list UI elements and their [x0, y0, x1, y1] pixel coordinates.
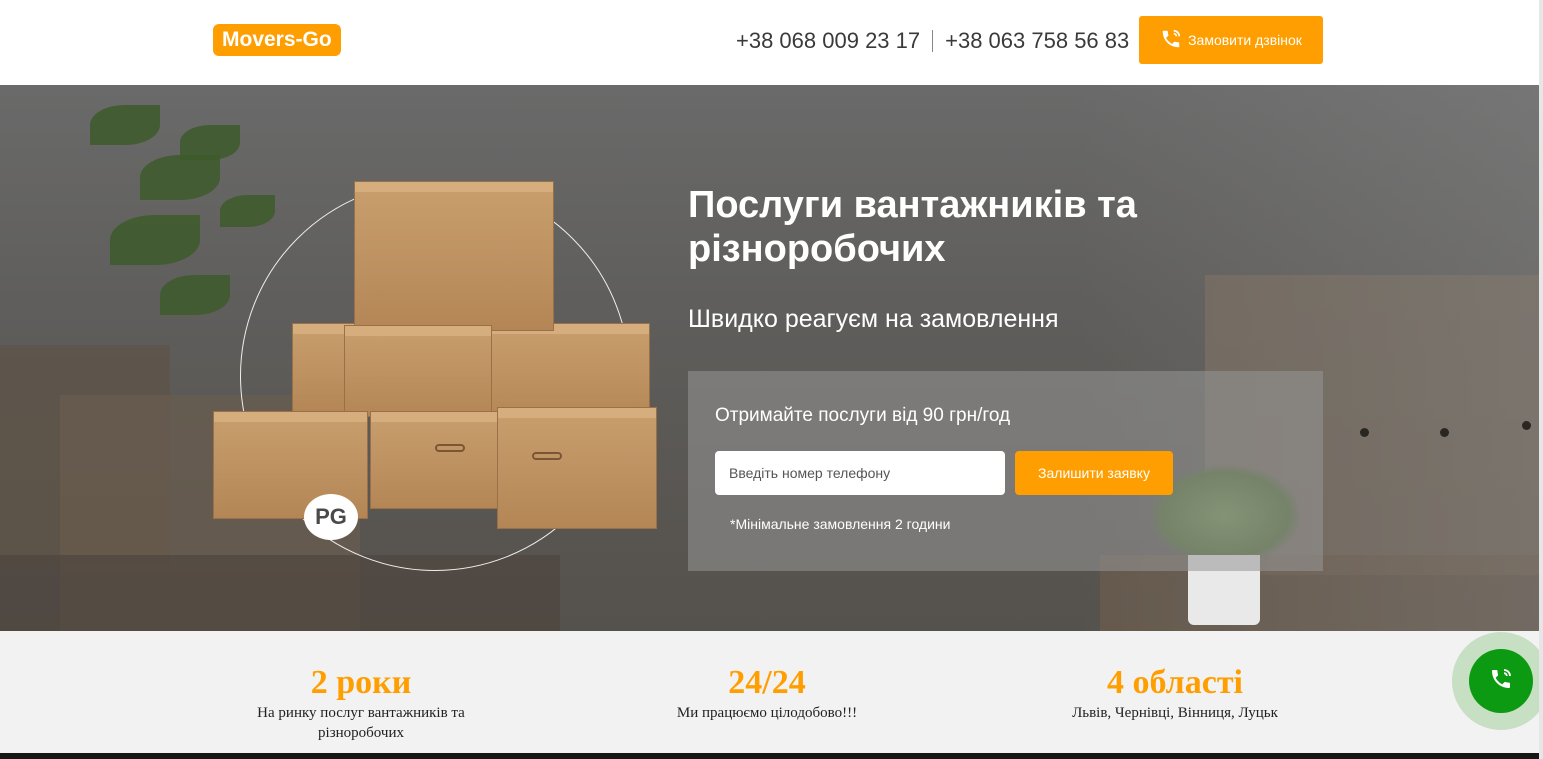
scrollbar[interactable]: [1539, 0, 1543, 759]
request-form: Отримайте послуги від 90 грн/год Залишит…: [688, 371, 1323, 571]
hero-title: Послуги вантажників та різноробочих: [688, 184, 1137, 270]
stat-regions: 4 області Львів, Чернівці, Вінниця, Луць…: [1040, 663, 1310, 723]
phone-numbers: +38 068 009 23 17 +38 063 758 56 83: [736, 26, 1129, 56]
hero-subtitle: Швидко реагуєм на замовлення: [688, 305, 1059, 333]
order-call-button[interactable]: Замовити дзвінок: [1139, 16, 1323, 64]
plant-leaf: [160, 275, 230, 315]
stat-years: 2 роки На ринку послуг вантажників та рі…: [226, 663, 496, 743]
form-title: Отримайте послуги від 90 грн/год: [715, 405, 1011, 426]
stat-description: Львів, Чернівці, Вінниця, Луцьк: [1072, 705, 1278, 721]
stat-value: 2 роки: [310, 664, 412, 701]
cardboard-box: [354, 181, 554, 331]
stat-hours: 24/24 Ми працюємо цілодобово!!!: [632, 663, 902, 723]
minimum-order-note: *Мінімальне замовлення 2 години: [730, 516, 951, 532]
box-hole: [1360, 428, 1369, 437]
phone-input[interactable]: [715, 451, 1005, 495]
order-call-label: Замовити дзвінок: [1188, 32, 1302, 48]
site-header: Movers-Go +38 068 009 23 17 +38 063 758 …: [0, 0, 1543, 85]
stat-description: Ми працюємо цілодобово!!!: [676, 705, 858, 721]
plant-leaf: [90, 105, 160, 145]
phone-link-1[interactable]: +38 068 009 23 17: [736, 28, 920, 54]
floating-call-button[interactable]: [1469, 649, 1533, 713]
site-logo[interactable]: Movers-Go: [213, 24, 341, 56]
phone-divider: [932, 30, 934, 52]
phone-ring-icon: [1489, 667, 1513, 696]
stats-section: 2 роки На ринку послуг вантажників та рі…: [0, 631, 1543, 753]
phone-link-2[interactable]: +38 063 758 56 83: [945, 28, 1129, 54]
cardboard-box: [497, 407, 657, 529]
pg-badge-logo: PG: [304, 494, 358, 540]
plant-leaf: [180, 125, 240, 160]
stat-description: На ринку послуг вантажників та різноробо…: [257, 705, 465, 741]
plant-leaf: [140, 155, 220, 200]
submit-request-button[interactable]: Залишити заявку: [1015, 451, 1173, 495]
stat-value: 4 області: [1107, 664, 1243, 701]
next-section-edge: [0, 753, 1543, 759]
plant-leaf: [110, 215, 200, 265]
phone-ring-icon: [1160, 28, 1182, 53]
box-hole: [1440, 428, 1449, 437]
plant-leaf: [220, 195, 275, 227]
box-hole: [1522, 421, 1531, 430]
cardboard-box: [344, 325, 492, 417]
stat-value: 24/24: [728, 664, 806, 701]
hero-section: PG Послуги вантажників та різноробочих Ш…: [0, 85, 1543, 631]
